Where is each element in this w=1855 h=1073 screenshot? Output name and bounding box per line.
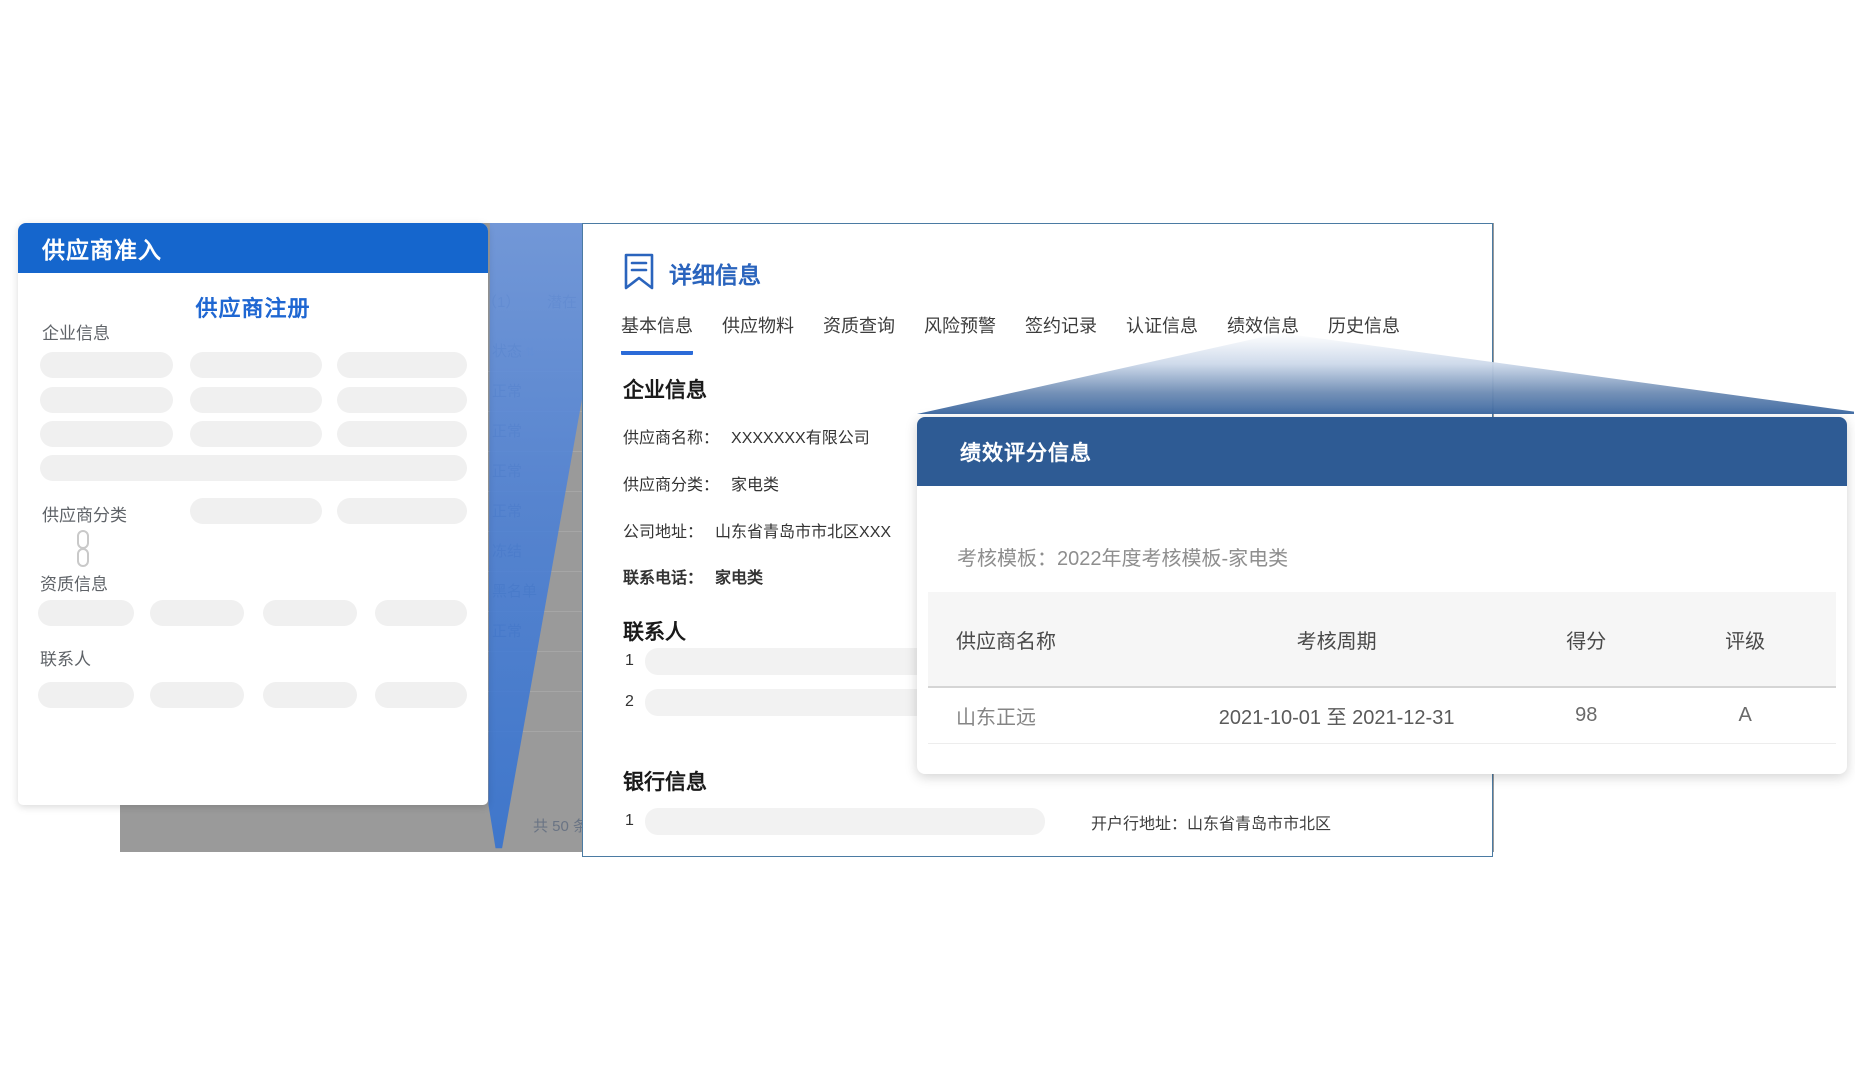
column-assessment-period: 考核周期 — [1155, 625, 1518, 654]
performance-score-card: 绩效评分信息 考核模板：2022年度考核模板-家电类 供应商名称 考核周期 得分… — [917, 417, 1847, 774]
grade-cell: A — [1654, 704, 1836, 727]
skeleton-field — [190, 352, 322, 378]
skeleton-field — [150, 682, 244, 708]
bank-row-number: 1 — [625, 812, 634, 830]
supplier-category-label: 供应商分类 — [42, 501, 127, 526]
detail-info-title: 详细信息 — [669, 256, 761, 290]
supplier-access-header: 供应商准入 — [18, 223, 488, 273]
skeleton-field — [38, 600, 134, 626]
skeleton-field — [38, 682, 134, 708]
assessment-period-cell: 2021-10-01 至 2021-12-31 — [1155, 701, 1518, 730]
bookmark-document-icon — [622, 252, 656, 297]
contact-person-heading: 联系人 — [623, 616, 686, 646]
skeleton-field — [263, 600, 357, 626]
supplier-access-title: 供应商准入 — [42, 231, 162, 265]
skeleton-field — [337, 387, 467, 413]
performance-table: 供应商名称 考核周期 得分 评级 山东正远 2021-10-01 至 2021-… — [928, 592, 1836, 744]
company-address-row: 公司地址：山东省青岛市市北区XXX — [623, 518, 891, 542]
performance-score-title: 绩效评分信息 — [960, 437, 1092, 467]
tab-risk-warning[interactable]: 风险预警 — [924, 312, 996, 355]
skeleton-field — [190, 387, 322, 413]
tab-qualification-query[interactable]: 资质查询 — [823, 312, 895, 355]
score-cell: 98 — [1518, 704, 1654, 727]
total-count-label: 共 50 条 — [533, 815, 588, 836]
skeleton-field — [645, 808, 1045, 835]
supplier-name-row: 供应商名称：XXXXXXX有限公司 — [623, 424, 870, 448]
tab-signing-records[interactable]: 签约记录 — [1025, 312, 1097, 355]
chain-link-icon — [72, 529, 94, 574]
skeleton-field — [150, 600, 244, 626]
page: （1） 潜在 状态⇅ 正常 正常 正常 正常 冻结 黑名单 正常 共 50 条 … — [0, 0, 1855, 1073]
performance-table-row: 山东正远 2021-10-01 至 2021-12-31 98 A — [928, 688, 1836, 744]
supplier-access-card: 供应商准入 供应商注册 企业信息 供应商分类 资 — [18, 223, 488, 805]
company-info-heading: 企业信息 — [623, 374, 707, 404]
bank-info-heading: 银行信息 — [623, 766, 707, 796]
tab-basic-info[interactable]: 基本信息 — [621, 312, 693, 355]
column-score: 得分 — [1518, 625, 1654, 654]
skeleton-field — [337, 352, 467, 378]
skeleton-field — [40, 421, 173, 447]
contact-person-label: 联系人 — [40, 645, 91, 670]
qualification-info-label: 资质信息 — [40, 570, 108, 595]
performance-table-header: 供应商名称 考核周期 得分 评级 — [928, 592, 1836, 688]
column-grade: 评级 — [1654, 625, 1836, 654]
skeleton-field — [40, 387, 173, 413]
assessment-template-label: 考核模板：2022年度考核模板-家电类 — [957, 542, 1288, 571]
skeleton-field — [337, 421, 467, 447]
supplier-register-form: 供应商注册 企业信息 供应商分类 资质信息 — [18, 273, 488, 805]
skeleton-field — [263, 682, 357, 708]
skeleton-field — [40, 455, 467, 481]
skeleton-field — [40, 352, 173, 378]
contact-row-number: 2 — [625, 693, 634, 711]
supplier-name-cell: 山东正远 — [928, 701, 1155, 730]
performance-score-header: 绩效评分信息 — [917, 417, 1847, 486]
contact-row-number: 1 — [625, 652, 634, 670]
bank-address-label: 开户行地址：山东省青岛市市北区 — [1091, 810, 1331, 834]
skeleton-field — [337, 498, 467, 524]
company-info-label: 企业信息 — [42, 319, 110, 344]
column-supplier-name: 供应商名称 — [928, 625, 1155, 654]
contact-phone-row: 联系电话：家电类 — [623, 564, 763, 588]
skeleton-field — [375, 600, 467, 626]
supplier-category-row: 供应商分类：家电类 — [623, 471, 779, 495]
skeleton-field — [190, 498, 322, 524]
skeleton-field — [375, 682, 467, 708]
tab-certification-info[interactable]: 认证信息 — [1126, 312, 1198, 355]
tab-supply-materials[interactable]: 供应物料 — [722, 312, 794, 355]
skeleton-field — [190, 421, 322, 447]
